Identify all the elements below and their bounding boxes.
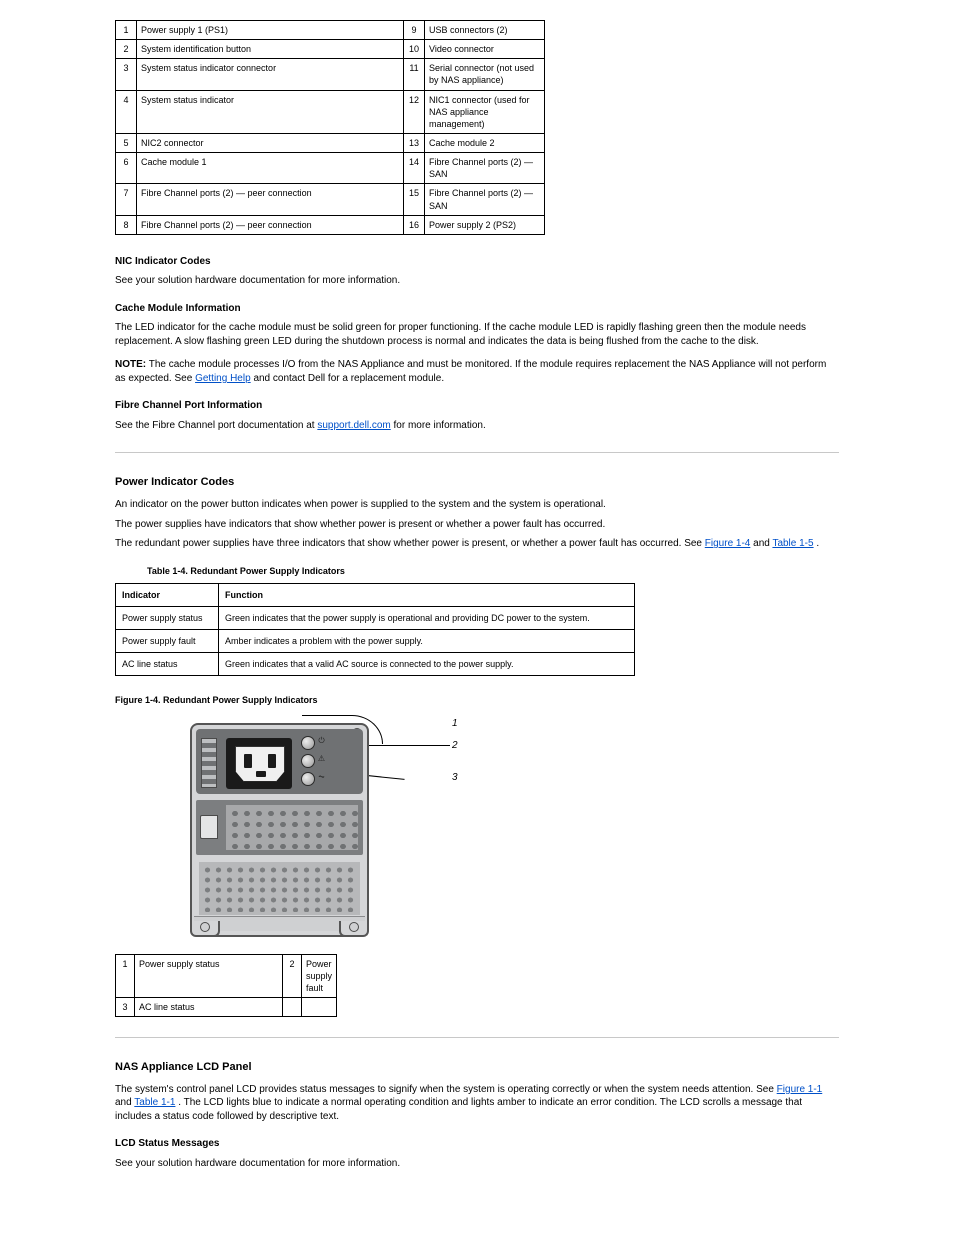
figure-key-table: 1Power supply status2Power supply fault 3… <box>115 954 337 1018</box>
power-on-icon: ⏻ <box>317 737 326 746</box>
table-cell: Power supply status <box>116 606 219 629</box>
table-cell: Green indicates that a valid AC source i… <box>219 653 635 676</box>
table-cell: AC line status <box>116 653 219 676</box>
table-cell: Power supply fault <box>116 630 219 653</box>
table-cell: 2 <box>116 40 137 59</box>
ac-icon: ⏦ <box>317 773 326 782</box>
note-mid: and contact Dell for a replacement modul… <box>253 373 444 384</box>
table-1-1-link[interactable]: Table 1-1 <box>134 1097 175 1108</box>
power-p1a: An indicator on the power button indicat… <box>115 498 839 512</box>
callout-1: 1 <box>452 717 458 731</box>
cache-title: Cache Module Information <box>115 302 839 316</box>
table-cell: Fibre Channel ports (2) — peer connectio… <box>137 184 404 215</box>
getting-help-link[interactable]: Getting Help <box>195 373 251 384</box>
table-cell: System identification button <box>137 40 404 59</box>
table-cell: 2 <box>283 954 302 997</box>
table-cell: Cache module 1 <box>137 153 404 184</box>
table-cell: 14 <box>404 153 425 184</box>
table-cell <box>283 997 302 1016</box>
table-1-5-link[interactable]: Table 1-5 <box>772 538 813 549</box>
divider-2 <box>115 1037 839 1038</box>
table-cell: 11 <box>404 59 425 90</box>
table-cell: 8 <box>116 215 137 234</box>
table-cell: NIC1 connector (used for NAS appliance m… <box>425 90 545 133</box>
figure-1-4-link[interactable]: Figure 1-4 <box>705 538 751 549</box>
figure-1-1-link[interactable]: Figure 1-1 <box>777 1084 823 1095</box>
nic-title: NIC Indicator Codes <box>115 255 839 269</box>
table-cell: 3 <box>116 59 137 90</box>
note-label: NOTE: <box>115 359 146 370</box>
tbl4-head-function: Function <box>219 583 635 606</box>
redundant-psu-table: Indicator Function Power supply statusGr… <box>115 583 635 677</box>
psu-figure: 1 2 3 ⏻ <box>190 717 490 942</box>
support-link[interactable]: support.dell.com <box>317 420 390 431</box>
table-cell: Video connector <box>425 40 545 59</box>
lcd-title: NAS Appliance LCD Panel <box>115 1060 839 1075</box>
table-cell: 1 <box>116 21 137 40</box>
note: NOTE: The cache module processes I/O fro… <box>115 358 839 385</box>
callout-3: 3 <box>452 771 458 785</box>
table-cell: NIC2 connector <box>137 133 404 152</box>
fc-pre: See the Fibre Channel port documentation… <box>115 420 317 431</box>
table-cell: Fibre Channel ports (2) — SAN <box>425 153 545 184</box>
power-p2: The redundant power supplies have three … <box>115 537 839 551</box>
table-cell: 12 <box>404 90 425 133</box>
table-cell: Power supply 2 (PS2) <box>425 215 545 234</box>
callout-2: 2 <box>452 739 458 753</box>
cache-body: The LED indicator for the cache module m… <box>115 321 839 348</box>
table-cell: Fibre Channel ports (2) — SAN <box>425 184 545 215</box>
figure-1-4-caption: Figure 1-4. Redundant Power Supply Indic… <box>115 694 839 706</box>
lcd-body: The system's control panel LCD provides … <box>115 1083 839 1124</box>
fault-icon: ⚠ <box>317 755 326 764</box>
table-1-4-caption: Table 1-4. Redundant Power Supply Indica… <box>147 565 839 577</box>
lcd-sub-body: See your solution hardware documentation… <box>115 1157 839 1171</box>
table-cell: 6 <box>116 153 137 184</box>
table-cell: 13 <box>404 133 425 152</box>
table-cell: Serial connector (not used by NAS applia… <box>425 59 545 90</box>
power-title: Power Indicator Codes <box>115 475 839 490</box>
fc-body: See the Fibre Channel port documentation… <box>115 419 839 433</box>
table-cell: 15 <box>404 184 425 215</box>
table-cell: Amber indicates a problem with the power… <box>219 630 635 653</box>
table-cell: 7 <box>116 184 137 215</box>
table-cell: 9 <box>404 21 425 40</box>
table-cell: AC line status <box>134 997 282 1016</box>
table-cell: USB connectors (2) <box>425 21 545 40</box>
table-cell: 3 <box>116 997 135 1016</box>
tbl4-head-indicator: Indicator <box>116 583 219 606</box>
table-cell: 5 <box>116 133 137 152</box>
table-cell: Power supply 1 (PS1) <box>137 21 404 40</box>
table-cell <box>301 997 336 1016</box>
table-cell: 16 <box>404 215 425 234</box>
table-cell: System status indicator connector <box>137 59 404 90</box>
fc-tail: for more information. <box>394 420 486 431</box>
table-cell: Fibre Channel ports (2) — peer connectio… <box>137 215 404 234</box>
power-p1b: The power supplies have indicators that … <box>115 518 839 532</box>
table-cell: 1 <box>116 954 135 997</box>
table-cell: System status indicator <box>137 90 404 133</box>
lcd-sub-title: LCD Status Messages <box>115 1137 839 1151</box>
nic-body: See your solution hardware documentation… <box>115 274 839 288</box>
divider <box>115 452 839 453</box>
table-cell: Power supply status <box>134 954 282 997</box>
fc-title: Fibre Channel Port Information <box>115 399 839 413</box>
table-cell: Power supply fault <box>301 954 336 997</box>
table-cell: 10 <box>404 40 425 59</box>
table-cell: Cache module 2 <box>425 133 545 152</box>
table-cell: Green indicates that the power supply is… <box>219 606 635 629</box>
back-panel-key-table: 1Power supply 1 (PS1)9USB connectors (2)… <box>115 20 545 235</box>
table-cell: 4 <box>116 90 137 133</box>
